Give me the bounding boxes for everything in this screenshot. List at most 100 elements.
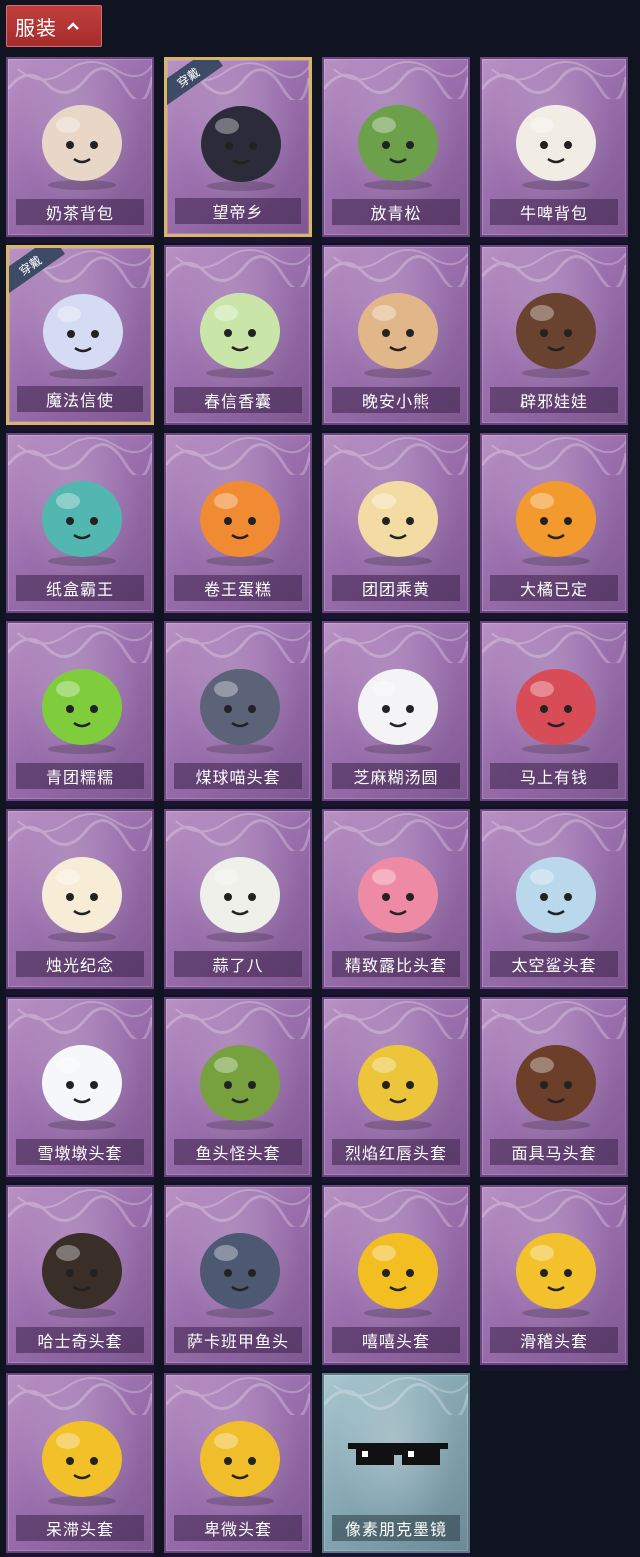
outfit-label: 太空鲨头套 xyxy=(511,956,597,975)
outfit-card[interactable]: 滑稽头套 xyxy=(480,1185,628,1365)
outfit-label: 大橘已定 xyxy=(519,580,588,599)
outfit-label: 卷王蛋糕 xyxy=(203,580,272,599)
outfit-label: 滑稽头套 xyxy=(519,1332,588,1351)
outfit-item-image xyxy=(516,293,596,378)
outfit-item-image xyxy=(200,1045,280,1130)
outfit-item-image xyxy=(358,857,438,942)
outfit-label-bar: 煤球喵头套 xyxy=(174,763,302,789)
outfit-label-bar: 哈士奇头套 xyxy=(16,1327,144,1353)
outfit-card[interactable]: 烈焰红唇头套 xyxy=(322,997,470,1177)
outfit-card[interactable]: 嘻嘻头套 xyxy=(322,1185,470,1365)
outfit-card[interactable]: 呆滞头套 xyxy=(6,1373,154,1553)
outfit-item-image xyxy=(358,1233,438,1318)
outfit-card[interactable]: 青团糯糯 xyxy=(6,621,154,801)
outfit-label-bar: 晚安小熊 xyxy=(332,387,460,413)
outfit-item-image xyxy=(200,857,280,942)
outfit-item-image xyxy=(516,857,596,942)
outfit-label: 卑微头套 xyxy=(203,1520,272,1539)
outfit-card[interactable]: 穿戴 望帝乡 xyxy=(164,57,312,237)
outfit-item-image xyxy=(516,105,596,190)
outfit-label: 芝麻糊汤圆 xyxy=(353,768,439,787)
outfit-card[interactable]: 芝麻糊汤圆 xyxy=(322,621,470,801)
outfit-card[interactable]: 雪墩墩头套 xyxy=(6,997,154,1177)
outfit-label-bar: 呆滞头套 xyxy=(16,1515,144,1541)
outfit-card[interactable]: 萨卡班甲鱼头 xyxy=(164,1185,312,1365)
outfit-label-bar: 青团糯糯 xyxy=(16,763,144,789)
outfit-label-bar: 团团乘黄 xyxy=(332,575,460,601)
outfit-item-image xyxy=(358,481,438,566)
outfit-label: 像素朋克墨镜 xyxy=(344,1520,447,1539)
outfit-card[interactable]: 大橘已定 xyxy=(480,433,628,613)
outfit-card[interactable]: 卷王蛋糕 xyxy=(164,433,312,613)
outfit-label-bar: 萨卡班甲鱼头 xyxy=(174,1327,302,1353)
outfit-label-bar: 精致露比头套 xyxy=(332,951,460,977)
outfit-label-bar: 牛啤背包 xyxy=(490,199,618,225)
outfit-item-image xyxy=(42,1233,122,1318)
outfit-card[interactable]: 精致露比头套 xyxy=(322,809,470,989)
outfit-card[interactable]: 太空鲨头套 xyxy=(480,809,628,989)
outfit-item-image xyxy=(516,1045,596,1130)
outfit-card[interactable]: 团团乘黄 xyxy=(322,433,470,613)
outfit-label: 蒜了八 xyxy=(212,956,264,975)
outfit-item-image xyxy=(516,1233,596,1318)
outfit-card[interactable]: 纸盒霸王 xyxy=(6,433,154,613)
outfit-label-bar: 望帝乡 xyxy=(175,198,301,224)
category-title: 服装 xyxy=(15,15,57,40)
outfit-card[interactable]: 烛光纪念 xyxy=(6,809,154,989)
outfit-label-bar: 太空鲨头套 xyxy=(490,951,618,977)
outfit-item-image xyxy=(358,669,438,754)
outfit-label-bar: 嘻嘻头套 xyxy=(332,1327,460,1353)
outfit-card[interactable]: 面具马头套 xyxy=(480,997,628,1177)
outfit-item-image xyxy=(358,293,438,378)
outfit-card[interactable]: 奶茶背包 xyxy=(6,57,154,237)
outfit-card[interactable]: 鱼头怪头套 xyxy=(164,997,312,1177)
outfit-label: 纸盒霸王 xyxy=(45,580,114,599)
outfit-label: 嘻嘻头套 xyxy=(361,1332,430,1351)
outfit-label-bar: 春信香囊 xyxy=(174,387,302,413)
outfit-item-image xyxy=(201,106,281,191)
outfit-item-image xyxy=(200,1233,280,1318)
outfit-label: 雪墩墩头套 xyxy=(37,1144,123,1163)
outfit-item-image xyxy=(516,669,596,754)
outfit-item-image xyxy=(200,669,280,754)
outfit-item-image xyxy=(42,857,122,942)
outfit-card[interactable]: 像素朋克墨镜 xyxy=(322,1373,470,1553)
outfit-label-bar: 大橘已定 xyxy=(490,575,618,601)
outfit-label-bar: 雪墩墩头套 xyxy=(16,1139,144,1165)
outfit-item-image xyxy=(516,481,596,566)
outfit-card[interactable]: 煤球喵头套 xyxy=(164,621,312,801)
outfit-item-image xyxy=(42,481,122,566)
outfit-label: 呆滞头套 xyxy=(45,1520,114,1539)
outfit-card[interactable]: 晚安小熊 xyxy=(322,245,470,425)
outfit-label-bar: 鱼头怪头套 xyxy=(174,1139,302,1165)
outfit-card[interactable]: 哈士奇头套 xyxy=(6,1185,154,1365)
outfit-item-image xyxy=(42,105,122,190)
outfit-item-image xyxy=(358,1045,438,1130)
outfit-label: 精致露比头套 xyxy=(344,956,447,975)
outfit-label-bar: 烛光纪念 xyxy=(16,951,144,977)
outfit-card[interactable]: 穿戴 魔法信使 xyxy=(6,245,154,425)
outfit-card[interactable]: 蒜了八 xyxy=(164,809,312,989)
outfit-label-bar: 芝麻糊汤圆 xyxy=(332,763,460,789)
outfit-label: 萨卡班甲鱼头 xyxy=(186,1332,289,1351)
outfit-item-image xyxy=(42,669,122,754)
outfit-label: 青团糯糯 xyxy=(45,768,114,787)
outfit-card[interactable]: 放青松 xyxy=(322,57,470,237)
outfit-card[interactable]: 卑微头套 xyxy=(164,1373,312,1553)
outfit-label: 奶茶背包 xyxy=(45,204,114,223)
outfit-label: 烈焰红唇头套 xyxy=(344,1144,447,1163)
outfit-label-bar: 面具马头套 xyxy=(490,1139,618,1165)
outfit-label-bar: 卑微头套 xyxy=(174,1515,302,1541)
outfit-label: 牛啤背包 xyxy=(519,204,588,223)
outfit-item-image xyxy=(43,294,123,379)
outfit-card[interactable]: 牛啤背包 xyxy=(480,57,628,237)
outfit-label: 哈士奇头套 xyxy=(37,1332,123,1351)
outfit-label: 面具马头套 xyxy=(511,1144,597,1163)
outfit-label-bar: 辟邪娃娃 xyxy=(490,387,618,413)
outfit-card[interactable]: 马上有钱 xyxy=(480,621,628,801)
outfit-card[interactable]: 辟邪娃娃 xyxy=(480,245,628,425)
category-header[interactable]: 服装 xyxy=(6,5,102,47)
outfit-label: 晚安小熊 xyxy=(361,392,430,411)
outfit-card[interactable]: 春信香囊 xyxy=(164,245,312,425)
outfit-label-bar: 奶茶背包 xyxy=(16,199,144,225)
